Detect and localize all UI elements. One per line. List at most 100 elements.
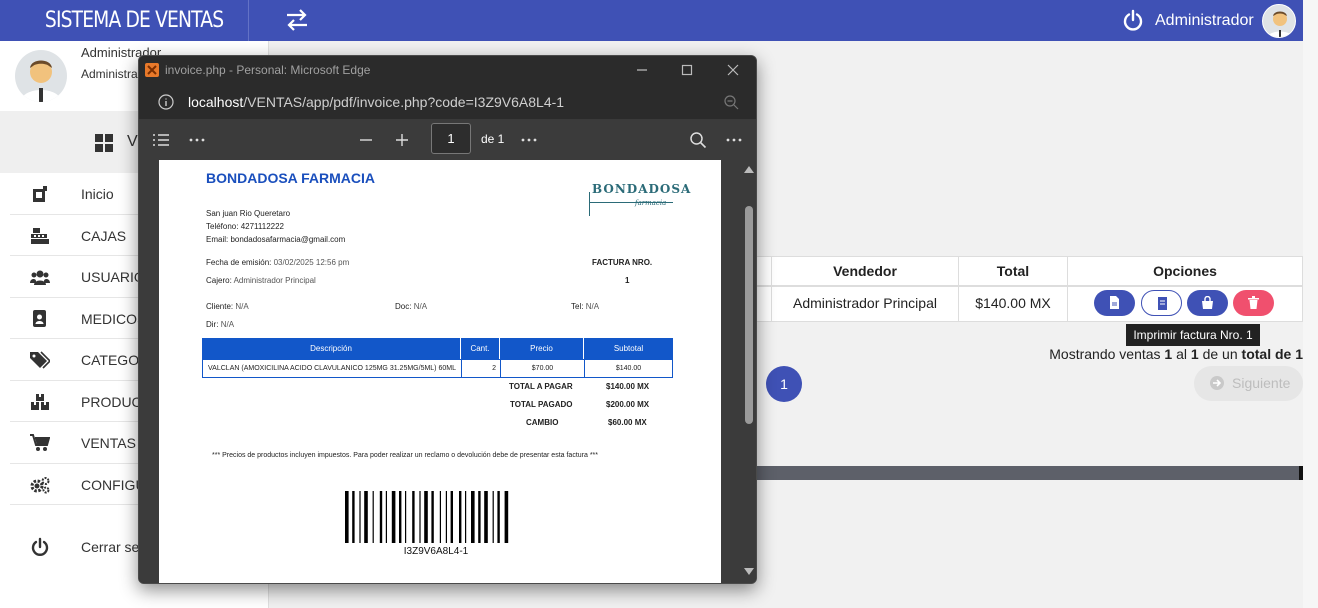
change-amount: $60.00 MX	[608, 418, 647, 427]
avatar[interactable]	[1262, 4, 1296, 38]
url-text[interactable]: localhost/VENTAS/app/pdf/invoice.php?cod…	[188, 94, 564, 110]
logo-subtext: farmacia	[635, 199, 667, 207]
barcode-text: I3Z9V6A8L4-1	[403, 546, 469, 557]
col-subtotal: Subtotal	[613, 344, 644, 353]
top-user-name[interactable]: Administrador	[1155, 0, 1254, 41]
grid-icon	[95, 134, 113, 152]
url-path: /VENTAS/app/pdf/invoice.php?code=I3Z9V6A…	[243, 94, 565, 110]
gears-icon	[30, 476, 50, 493]
logo-line	[589, 202, 673, 203]
window-title: invoice.php - Personal: Microsoft Edge	[165, 63, 371, 77]
sidebar-user-role: Administrad	[81, 67, 145, 81]
pdf-toolbar: 1 de 1	[139, 120, 756, 160]
summary-to: 1	[1190, 346, 1199, 362]
summary-text: Mostrando ventas	[1049, 346, 1165, 362]
url-host: localhost	[188, 94, 244, 110]
cash-register-icon	[33, 186, 47, 202]
company-address: San juan Rio Queretaro	[206, 209, 291, 218]
item-description: VALCLAN (AMOXICILINA ACIDO CLAVULANICO 1…	[203, 360, 462, 377]
telephone: Tel: N/A	[571, 302, 599, 311]
logo-line	[589, 192, 590, 216]
company-phone: Teléfono: 4271112222	[206, 222, 284, 231]
total-paid-label: TOTAL PAGADO	[510, 400, 573, 409]
pdf-viewer[interactable]: BONDADOSA FARMACIA BONDADOSA farmacia Sa…	[139, 160, 756, 583]
direction: Dir: N/A	[206, 320, 234, 329]
table-cell	[756, 286, 772, 322]
total-to-pay: $140.00 MX	[606, 382, 650, 391]
power-icon[interactable]	[1122, 9, 1144, 31]
zoom-minus-icon[interactable]	[357, 131, 375, 149]
contents-list-icon[interactable]	[152, 131, 170, 149]
table-row: VALCLAN (AMOXICILINA ACIDO CLAVULANICO 1…	[202, 359, 673, 378]
next-page-label: Siguiente	[1232, 375, 1291, 391]
client: Cliente: N/A	[206, 302, 249, 311]
change-label: CAMBIO	[526, 418, 559, 427]
file-icon	[1110, 296, 1119, 309]
id-card-icon	[33, 309, 46, 327]
invoice-note: *** Precios de productos incluyen impues…	[212, 452, 598, 459]
more-options-icon[interactable]	[188, 131, 206, 149]
app-brand[interactable]: SISTEMA DE VENTAS	[20, 0, 249, 41]
pdf-scrollbar[interactable]	[741, 160, 756, 583]
sidebar-item-label: VENTAS	[81, 435, 136, 451]
total-to-pay-label: TOTAL A PAGAR	[509, 382, 573, 391]
cashier-value: Administrador Principal	[233, 276, 316, 285]
summary-total: total de 1	[1241, 346, 1303, 362]
barcode-icon	[345, 491, 509, 543]
info-icon[interactable]	[158, 94, 174, 110]
maximize-icon[interactable]	[679, 62, 695, 78]
more-options-icon[interactable]	[520, 131, 538, 149]
view-sale-button[interactable]	[1094, 290, 1135, 316]
print-invoice-button[interactable]	[1141, 290, 1182, 316]
company-name: BONDADOSA FARMACIA	[206, 170, 376, 186]
summary-text: de un	[1198, 346, 1242, 362]
trash-icon	[1248, 296, 1259, 309]
issue-date: Fecha de emisión: 03/02/2025 12:56 pm	[206, 258, 349, 267]
tags-icon	[30, 351, 50, 369]
scroll-thumb[interactable]	[745, 206, 753, 424]
pagination-summary: Mostrando ventas 1 al 1 de un total de 1	[960, 346, 1303, 362]
cashier-label: Cajero:	[206, 276, 232, 285]
sidebar-item-label: CAJAS	[81, 227, 127, 244]
zoom-plus-icon[interactable]	[393, 131, 411, 149]
pagination-page-1[interactable]: 1	[766, 366, 802, 402]
page-number-input[interactable]: 1	[431, 123, 471, 154]
client-value: N/A	[235, 302, 249, 311]
close-icon[interactable]	[725, 62, 741, 78]
logo-text: BONDADOSA	[592, 182, 692, 196]
telephone-label: Tel:	[571, 302, 584, 311]
scroll-down-icon[interactable]	[744, 568, 754, 575]
users-icon	[30, 270, 50, 285]
table-cell-vendedor: Administrador Principal	[771, 286, 959, 322]
next-page-button[interactable]: Siguiente	[1194, 366, 1303, 401]
more-options-icon[interactable]	[725, 131, 743, 149]
minimize-icon[interactable]	[634, 62, 650, 78]
address-bar[interactable]: localhost/VENTAS/app/pdf/invoice.php?cod…	[139, 86, 756, 120]
sidebar-toggle-icon[interactable]	[284, 8, 310, 32]
item-subtotal: $140.00	[615, 365, 642, 372]
tooltip: Imprimir factura Nro. 1	[1126, 324, 1260, 346]
summary-text: al	[1172, 346, 1191, 362]
delete-sale-button[interactable]	[1233, 290, 1274, 316]
company-email: Email: bondadosafarmacia@gmail.com	[206, 235, 346, 244]
col-description: Descripción	[202, 338, 461, 359]
ticket-button[interactable]	[1187, 290, 1228, 316]
invoice-table-header: Descripción Cant. Precio Subtotal	[202, 338, 673, 359]
footer-bar	[756, 466, 1303, 480]
cart-icon	[30, 434, 50, 451]
total-paid: $200.00 MX	[606, 400, 650, 409]
table-header-opciones: Opciones	[1067, 256, 1303, 286]
sidebar-item-label: Inicio	[81, 186, 114, 202]
browser-window[interactable]: invoice.php - Personal: Microsoft Edge l…	[138, 55, 757, 584]
zoom-out-icon[interactable]	[723, 94, 739, 110]
search-icon[interactable]	[689, 131, 707, 149]
sidebar-item-label: MEDICOS	[81, 310, 147, 327]
item-price: $70.00	[501, 360, 585, 377]
document-label: Doc:	[395, 302, 412, 311]
scroll-up-icon[interactable]	[744, 166, 754, 173]
receipt-icon	[1158, 297, 1167, 310]
window-titlebar[interactable]: invoice.php - Personal: Microsoft Edge	[139, 56, 756, 86]
page-count: de 1	[481, 132, 505, 146]
company-logo: BONDADOSA farmacia	[589, 182, 690, 218]
footer-bar-end	[1299, 466, 1303, 480]
